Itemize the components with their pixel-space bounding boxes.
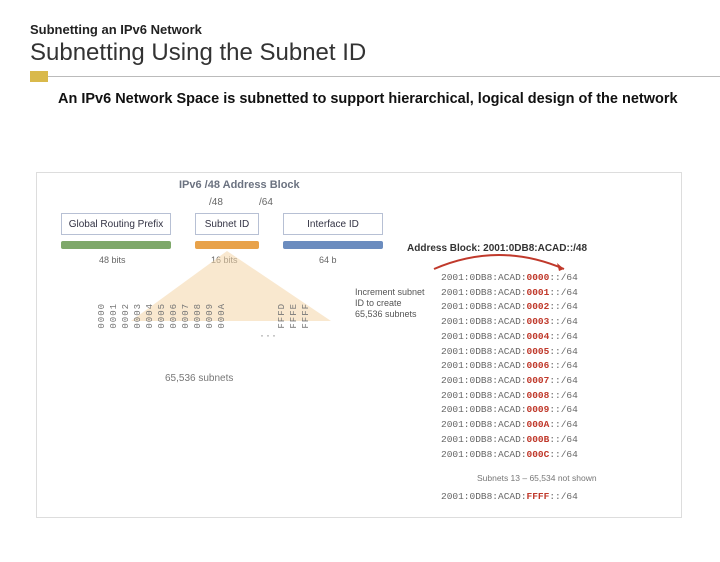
hex-id: 0009 (205, 303, 215, 329)
bar-16bits (195, 241, 259, 249)
address-row: 2001:0DB8:ACAD:0007::/64 (441, 374, 578, 389)
hex-id: 000A (217, 303, 227, 329)
hex-id: 0002 (121, 303, 131, 329)
increment-text: Increment subnet ID to create 65,536 sub… (355, 287, 427, 319)
address-row: 2001:0DB8:ACAD:0005::/64 (441, 345, 578, 360)
supertitle: Subnetting an IPv6 Network (30, 22, 720, 37)
accent-gold (30, 71, 48, 82)
bits-48: 48 bits (99, 255, 126, 265)
hex-id: FFFD (277, 303, 287, 329)
hex-id: 0007 (181, 303, 191, 329)
address-row: 2001:0DB8:ACAD:0002::/64 (441, 300, 578, 315)
hex-ellipsis: ··· (260, 328, 278, 342)
hex-id: 0008 (193, 303, 203, 329)
accent-bar (30, 71, 720, 82)
last-address: 2001:0DB8:ACAD:FFFF::/64 (441, 491, 578, 502)
bar-48bits (61, 241, 171, 249)
prefix-64: /64 (259, 197, 273, 208)
ipv6-diagram: IPv6 /48 Address Block /48 /64 Global Ro… (36, 172, 682, 518)
body-text: An IPv6 Network Space is subnetted to su… (58, 90, 690, 108)
hex-id: 0005 (157, 303, 167, 329)
hex-id: FFFF (301, 303, 311, 329)
address-row: 2001:0DB8:ACAD:000C::/64 (441, 448, 578, 463)
bar-64bits (283, 241, 383, 249)
subnets-count: 65,536 subnets (165, 373, 233, 384)
page-title: Subnetting Using the Subnet ID (30, 39, 720, 67)
hex-id: FFFE (289, 303, 299, 329)
hex-id-tail: FFFDFFFEFFFF (277, 303, 311, 329)
global-routing-prefix-box: Global Routing Prefix (61, 213, 171, 235)
address-row: 2001:0DB8:ACAD:0001::/64 (441, 286, 578, 301)
accent-line (48, 76, 720, 82)
last-subnet-id: FFFF (527, 491, 550, 502)
address-row: 2001:0DB8:ACAD:0006::/64 (441, 359, 578, 374)
hex-id: 0004 (145, 303, 155, 329)
hex-id: 0000 (97, 303, 107, 329)
fan-lines (131, 251, 331, 351)
hex-id: 0003 (133, 303, 143, 329)
hex-id-list: 0000000100020003000400050006000700080009… (97, 303, 227, 329)
address-row: 2001:0DB8:ACAD:0008::/64 (441, 389, 578, 404)
gap-note: Subnets 13 – 65,534 not shown (477, 473, 597, 483)
hex-id: 0001 (109, 303, 119, 329)
subnet-id-box: Subnet ID (195, 213, 259, 235)
red-arc (429, 251, 569, 273)
addr-prefix: 2001:0DB8:ACAD: (441, 491, 527, 502)
address-row: 2001:0DB8:ACAD:000B::/64 (441, 433, 578, 448)
address-row: 2001:0DB8:ACAD:0003::/64 (441, 315, 578, 330)
address-row: 2001:0DB8:ACAD:000A::/64 (441, 418, 578, 433)
address-row: 2001:0DB8:ACAD:0004::/64 (441, 330, 578, 345)
hex-id: 0006 (169, 303, 179, 329)
addr-cidr: ::/64 (549, 491, 578, 502)
address-list: 2001:0DB8:ACAD:0000::/642001:0DB8:ACAD:0… (441, 271, 578, 462)
address-row: 2001:0DB8:ACAD:0000::/64 (441, 271, 578, 286)
prefix-48: /48 (209, 197, 223, 208)
address-row: 2001:0DB8:ACAD:0009::/64 (441, 403, 578, 418)
interface-id-box: Interface ID (283, 213, 383, 235)
diagram-heading: IPv6 /48 Address Block (179, 179, 300, 191)
